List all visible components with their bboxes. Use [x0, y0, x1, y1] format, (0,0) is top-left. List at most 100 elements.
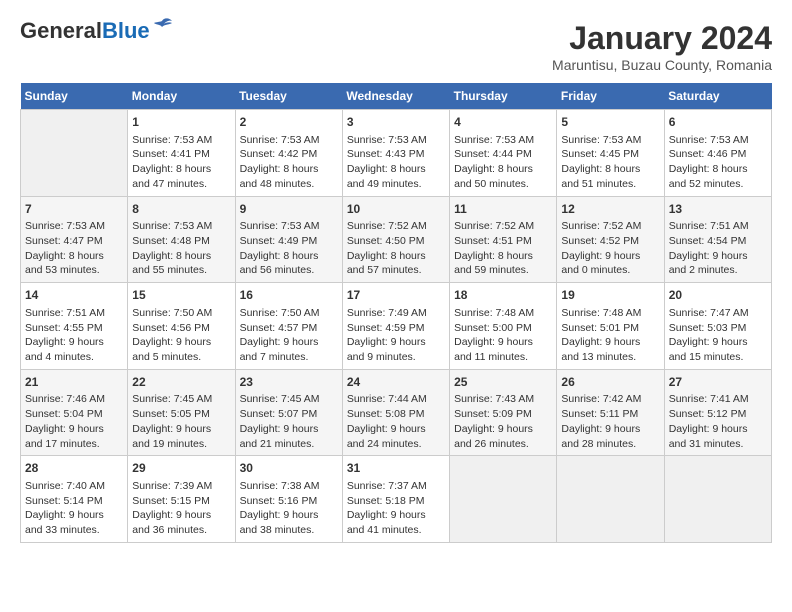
day-number: 16	[240, 287, 338, 304]
day-number: 25	[454, 374, 552, 391]
day-number: 30	[240, 460, 338, 477]
day-info: Sunrise: 7:53 AMSunset: 4:49 PMDaylight:…	[240, 219, 338, 278]
calendar-table: SundayMondayTuesdayWednesdayThursdayFrid…	[20, 83, 772, 543]
calendar-cell: 4 Sunrise: 7:53 AMSunset: 4:44 PMDaylight…	[450, 110, 557, 197]
day-info: Sunrise: 7:53 AMSunset: 4:46 PMDaylight:…	[669, 133, 767, 192]
calendar-cell: 25Sunrise: 7:43 AMSunset: 5:09 PMDayligh…	[450, 369, 557, 456]
day-info: Sunrise: 7:47 AMSunset: 5:03 PMDaylight:…	[669, 306, 767, 365]
calendar-cell: 30 Sunrise: 7:38 AMSunset: 5:16 PMDayligh…	[235, 456, 342, 543]
calendar-cell: 8Sunrise: 7:53 AMSunset: 4:48 PMDaylight…	[128, 196, 235, 283]
day-number: 19	[561, 287, 659, 304]
calendar-cell: 29Sunrise: 7:39 AMSunset: 5:15 PMDayligh…	[128, 456, 235, 543]
day-info: Sunrise: 7:53 AMSunset: 4:42 PMDaylight:…	[240, 133, 338, 192]
calendar-week-row: 1 Sunrise: 7:53 AMSunset: 4:41 PMDaylight…	[21, 110, 772, 197]
calendar-week-row: 7Sunrise: 7:53 AMSunset: 4:47 PMDaylight…	[21, 196, 772, 283]
day-info: Sunrise: 7:49 AMSunset: 4:59 PMDaylight:…	[347, 306, 445, 365]
day-number: 12	[561, 201, 659, 218]
day-number: 13	[669, 201, 767, 218]
calendar-cell	[664, 456, 771, 543]
day-number: 26	[561, 374, 659, 391]
calendar-cell: 2 Sunrise: 7:53 AMSunset: 4:42 PMDaylight…	[235, 110, 342, 197]
calendar-cell: 27Sunrise: 7:41 AMSunset: 5:12 PMDayligh…	[664, 369, 771, 456]
day-info: Sunrise: 7:48 AMSunset: 5:00 PMDaylight:…	[454, 306, 552, 365]
day-number: 17	[347, 287, 445, 304]
calendar-cell: 12Sunrise: 7:52 AMSunset: 4:52 PMDayligh…	[557, 196, 664, 283]
calendar-cell: 6 Sunrise: 7:53 AMSunset: 4:46 PMDaylight…	[664, 110, 771, 197]
calendar-cell: 9Sunrise: 7:53 AMSunset: 4:49 PMDaylight…	[235, 196, 342, 283]
logo-bird-icon	[152, 17, 174, 35]
day-number: 18	[454, 287, 552, 304]
calendar-cell: 28Sunrise: 7:40 AMSunset: 5:14 PMDayligh…	[21, 456, 128, 543]
weekday-header-friday: Friday	[557, 83, 664, 110]
weekday-header-monday: Monday	[128, 83, 235, 110]
calendar-cell: 3 Sunrise: 7:53 AMSunset: 4:43 PMDaylight…	[342, 110, 449, 197]
day-number: 8	[132, 201, 230, 218]
weekday-header-wednesday: Wednesday	[342, 83, 449, 110]
day-number: 31	[347, 460, 445, 477]
title-block: January 2024 Maruntisu, Buzau County, Ro…	[552, 20, 772, 73]
day-info: Sunrise: 7:44 AMSunset: 5:08 PMDaylight:…	[347, 392, 445, 451]
day-info: Sunrise: 7:53 AMSunset: 4:44 PMDaylight:…	[454, 133, 552, 192]
day-info: Sunrise: 7:41 AMSunset: 5:12 PMDaylight:…	[669, 392, 767, 451]
day-info: Sunrise: 7:40 AMSunset: 5:14 PMDaylight:…	[25, 479, 123, 538]
logo: GeneralBlue	[20, 20, 174, 42]
day-info: Sunrise: 7:39 AMSunset: 5:15 PMDaylight:…	[132, 479, 230, 538]
location-subtitle: Maruntisu, Buzau County, Romania	[552, 57, 772, 73]
calendar-cell: 13Sunrise: 7:51 AMSunset: 4:54 PMDayligh…	[664, 196, 771, 283]
calendar-cell: 23Sunrise: 7:45 AMSunset: 5:07 PMDayligh…	[235, 369, 342, 456]
day-number: 7	[25, 201, 123, 218]
day-number: 6	[669, 114, 767, 131]
day-info: Sunrise: 7:46 AMSunset: 5:04 PMDaylight:…	[25, 392, 123, 451]
weekday-header-sunday: Sunday	[21, 83, 128, 110]
calendar-cell	[21, 110, 128, 197]
day-info: Sunrise: 7:52 AMSunset: 4:50 PMDaylight:…	[347, 219, 445, 278]
day-info: Sunrise: 7:53 AMSunset: 4:45 PMDaylight:…	[561, 133, 659, 192]
calendar-cell: 1 Sunrise: 7:53 AMSunset: 4:41 PMDaylight…	[128, 110, 235, 197]
day-info: Sunrise: 7:53 AMSunset: 4:41 PMDaylight:…	[132, 133, 230, 192]
weekday-header-tuesday: Tuesday	[235, 83, 342, 110]
day-number: 11	[454, 201, 552, 218]
day-number: 3	[347, 114, 445, 131]
calendar-cell: 14 Sunrise: 7:51 AMSunset: 4:55 PMDayligh…	[21, 283, 128, 370]
weekday-header-saturday: Saturday	[664, 83, 771, 110]
day-number: 10	[347, 201, 445, 218]
day-info: Sunrise: 7:38 AMSunset: 5:16 PMDaylight:…	[240, 479, 338, 538]
calendar-cell: 20 Sunrise: 7:47 AMSunset: 5:03 PMDayligh…	[664, 283, 771, 370]
day-number: 23	[240, 374, 338, 391]
calendar-cell: 19 Sunrise: 7:48 AMSunset: 5:01 PMDayligh…	[557, 283, 664, 370]
calendar-cell: 21Sunrise: 7:46 AMSunset: 5:04 PMDayligh…	[21, 369, 128, 456]
day-number: 15	[132, 287, 230, 304]
day-info: Sunrise: 7:51 AMSunset: 4:55 PMDaylight:…	[25, 306, 123, 365]
calendar-cell: 5Sunrise: 7:53 AMSunset: 4:45 PMDaylight…	[557, 110, 664, 197]
calendar-cell: 16 Sunrise: 7:50 AMSunset: 4:57 PMDayligh…	[235, 283, 342, 370]
calendar-cell: 15Sunrise: 7:50 AMSunset: 4:56 PMDayligh…	[128, 283, 235, 370]
page-header: GeneralBlue January 2024 Maruntisu, Buza…	[20, 20, 772, 73]
day-number: 14	[25, 287, 123, 304]
day-number: 1	[132, 114, 230, 131]
calendar-cell	[557, 456, 664, 543]
day-info: Sunrise: 7:53 AMSunset: 4:47 PMDaylight:…	[25, 219, 123, 278]
day-info: Sunrise: 7:50 AMSunset: 4:57 PMDaylight:…	[240, 306, 338, 365]
day-info: Sunrise: 7:52 AMSunset: 4:52 PMDaylight:…	[561, 219, 659, 278]
day-info: Sunrise: 7:52 AMSunset: 4:51 PMDaylight:…	[454, 219, 552, 278]
calendar-cell: 22Sunrise: 7:45 AMSunset: 5:05 PMDayligh…	[128, 369, 235, 456]
calendar-week-row: 14 Sunrise: 7:51 AMSunset: 4:55 PMDayligh…	[21, 283, 772, 370]
calendar-week-row: 28Sunrise: 7:40 AMSunset: 5:14 PMDayligh…	[21, 456, 772, 543]
day-info: Sunrise: 7:48 AMSunset: 5:01 PMDaylight:…	[561, 306, 659, 365]
calendar-cell	[450, 456, 557, 543]
day-info: Sunrise: 7:45 AMSunset: 5:05 PMDaylight:…	[132, 392, 230, 451]
calendar-cell: 11Sunrise: 7:52 AMSunset: 4:51 PMDayligh…	[450, 196, 557, 283]
day-info: Sunrise: 7:53 AMSunset: 4:48 PMDaylight:…	[132, 219, 230, 278]
day-info: Sunrise: 7:51 AMSunset: 4:54 PMDaylight:…	[669, 219, 767, 278]
calendar-cell: 18 Sunrise: 7:48 AMSunset: 5:00 PMDayligh…	[450, 283, 557, 370]
day-number: 20	[669, 287, 767, 304]
day-info: Sunrise: 7:45 AMSunset: 5:07 PMDaylight:…	[240, 392, 338, 451]
day-number: 4	[454, 114, 552, 131]
day-number: 2	[240, 114, 338, 131]
calendar-cell: 7Sunrise: 7:53 AMSunset: 4:47 PMDaylight…	[21, 196, 128, 283]
day-number: 22	[132, 374, 230, 391]
day-info: Sunrise: 7:53 AMSunset: 4:43 PMDaylight:…	[347, 133, 445, 192]
calendar-cell: 24Sunrise: 7:44 AMSunset: 5:08 PMDayligh…	[342, 369, 449, 456]
weekday-header-row: SundayMondayTuesdayWednesdayThursdayFrid…	[21, 83, 772, 110]
day-info: Sunrise: 7:37 AMSunset: 5:18 PMDaylight:…	[347, 479, 445, 538]
